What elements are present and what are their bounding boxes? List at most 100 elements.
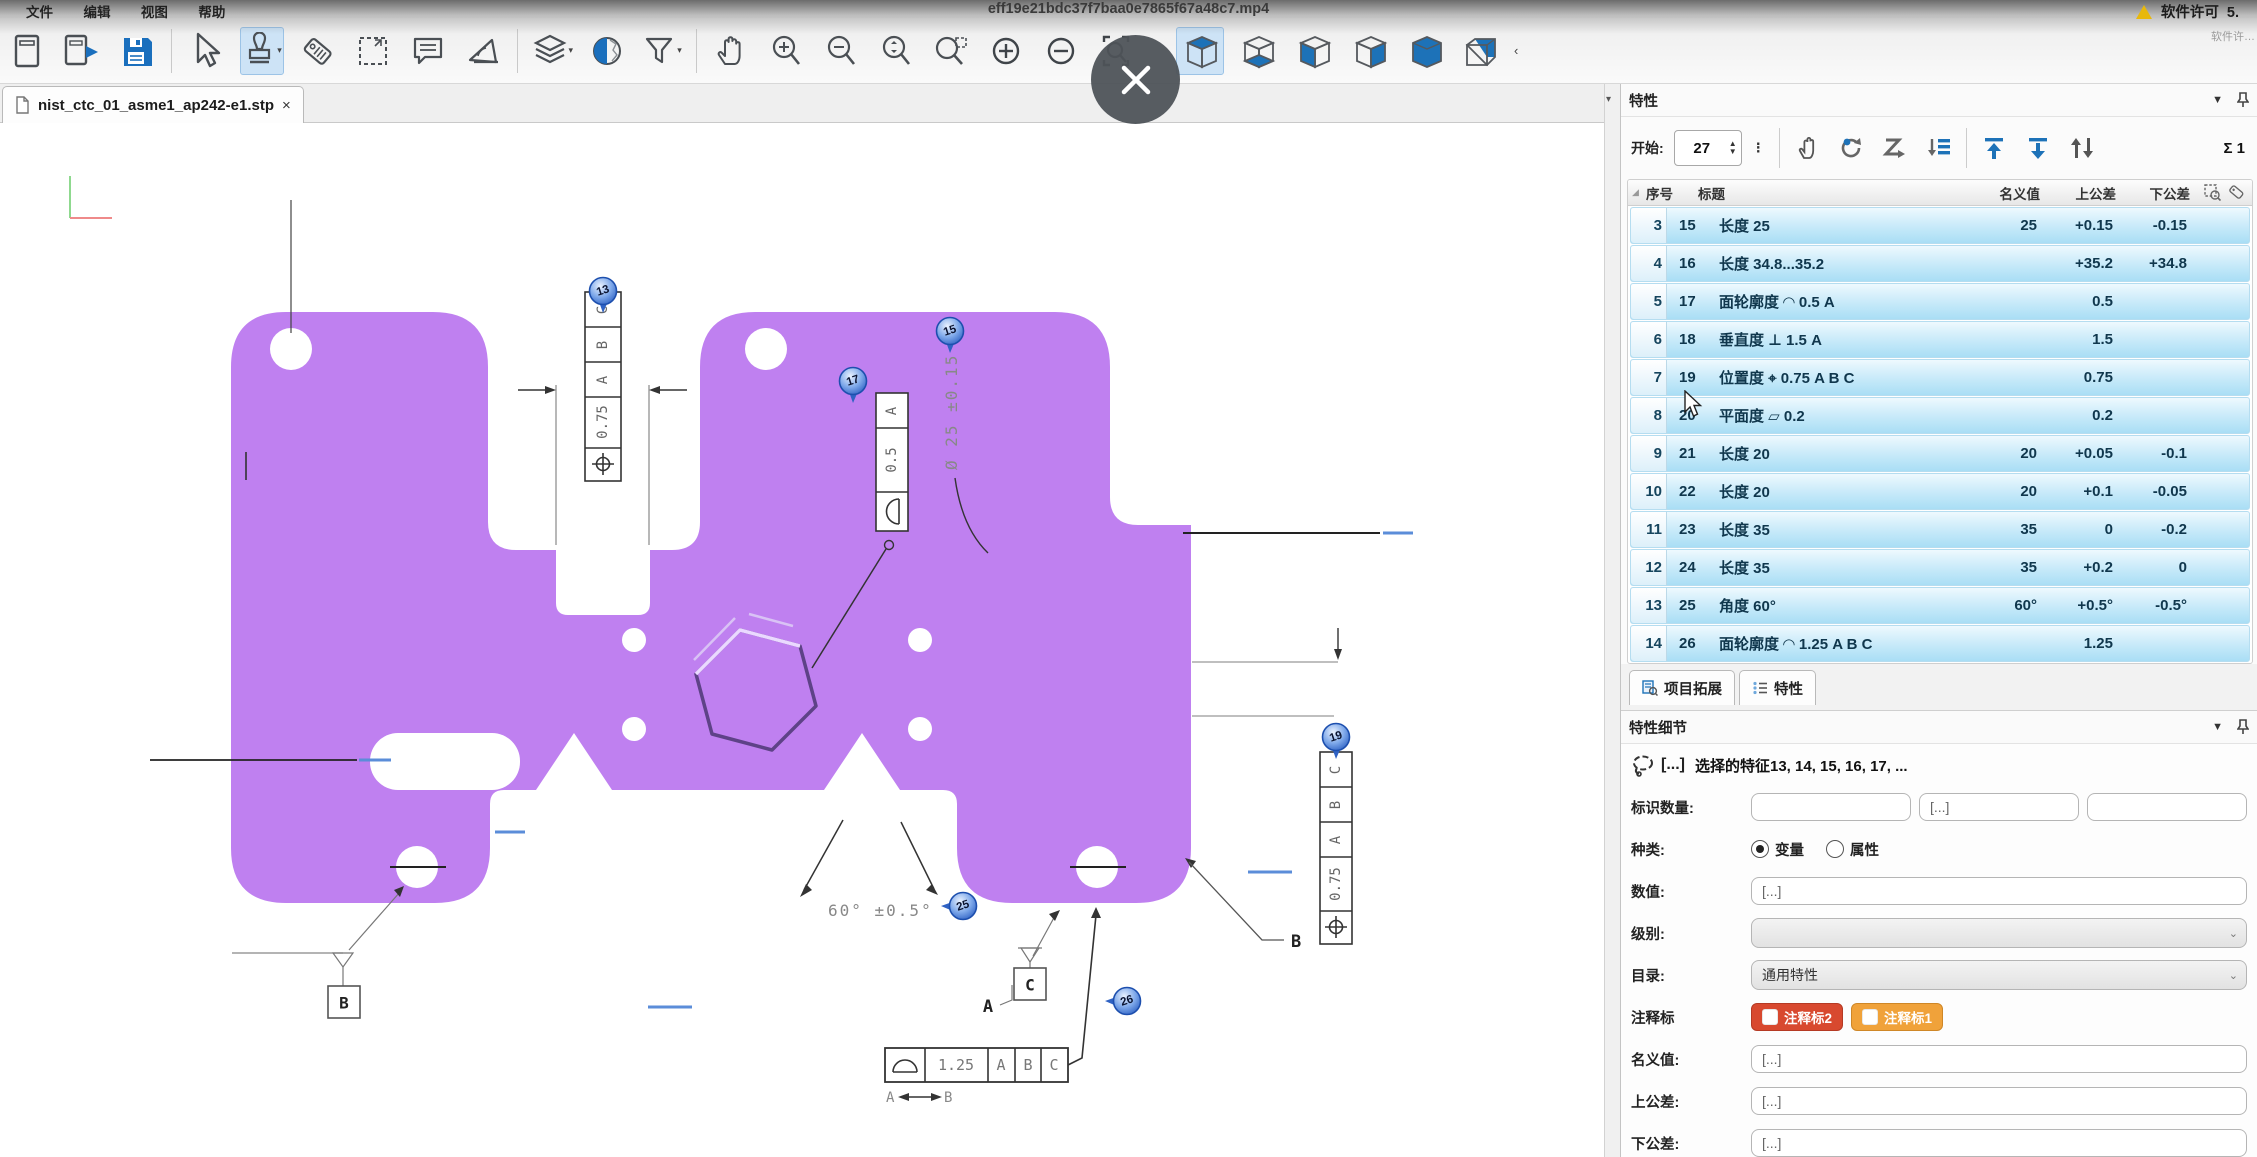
annotation-tag-1[interactable]: 注释标1 — [1851, 1003, 1943, 1031]
level-select[interactable]: ⌄ — [1751, 918, 2247, 948]
panel-collapse-icon[interactable]: ▼ — [2212, 721, 2223, 733]
table-header-row[interactable]: ◢ 序号 标题 名义值 上公差 下公差 — [1628, 180, 2252, 206]
move-top-icon[interactable] — [1977, 128, 2011, 168]
pin-icon[interactable] — [2237, 92, 2249, 108]
id-count-input-1[interactable] — [1751, 793, 1911, 821]
list-order-icon[interactable] — [1922, 128, 1956, 168]
table-row[interactable]: 719位置度 ⌖ 0.75 A B C0.75 — [1630, 359, 2250, 396]
model-canvas-svg[interactable]: C B A 0.75 A 0.5 — [0, 122, 1604, 1157]
dim-angle-60[interactable]: 60° ±0.5° — [800, 820, 938, 920]
spinner-arrows[interactable]: ▲▼ — [1729, 140, 1741, 156]
tag-checkbox[interactable] — [1762, 1009, 1778, 1025]
small-hole-1[interactable] — [622, 628, 646, 652]
cube-group-collapse-icon[interactable]: ‹ — [1514, 43, 1518, 58]
panel-collapse-icon[interactable]: ▼ — [2212, 94, 2223, 106]
slot-feature[interactable] — [370, 733, 520, 790]
small-hole-4[interactable] — [908, 717, 932, 741]
document-tab[interactable]: nist_ctc_01_asme1_ap242-e1.stp × — [2, 86, 304, 123]
table-row[interactable]: 1022长度 2020+0.1-0.05 — [1630, 473, 2250, 510]
annotation-tag-2[interactable]: 注释标2 — [1751, 1003, 1843, 1031]
zoom-extents-button[interactable] — [875, 28, 917, 74]
filter-button[interactable]: ▾ — [641, 28, 683, 74]
radio-attribute-label[interactable]: 属性 — [1850, 839, 1879, 860]
corner-hole-top-left[interactable] — [270, 328, 312, 370]
tag-tool-button[interactable] — [297, 28, 339, 74]
renumber-icon[interactable] — [1878, 128, 1912, 168]
view-left-button[interactable] — [1290, 28, 1336, 74]
small-hole-3[interactable] — [908, 628, 932, 652]
spinner-menu-icon[interactable]: ⋮ — [1752, 140, 1765, 156]
view-front-button[interactable] — [1402, 28, 1448, 74]
tag-column-icon[interactable] — [2229, 184, 2246, 201]
corner-hole-top-right[interactable] — [745, 328, 787, 370]
id-count-input-3[interactable] — [2087, 793, 2247, 821]
stamp-dropdown-caret[interactable]: ▾ — [277, 45, 282, 56]
save-button[interactable] — [116, 28, 158, 74]
balloon-25[interactable]: 25 — [941, 893, 977, 920]
tab-characteristics[interactable]: 特性 — [1739, 670, 1816, 705]
radio-variable[interactable] — [1751, 840, 1769, 858]
radio-attribute[interactable] — [1826, 840, 1844, 858]
table-row[interactable]: 517面轮廓度 ◠ 0.5 A0.5 — [1630, 283, 2250, 320]
decrease-button[interactable] — [1040, 28, 1082, 74]
datum-a-label[interactable]: A — [983, 985, 1012, 1017]
table-row[interactable]: 921长度 2020+0.05-0.1 — [1630, 435, 2250, 472]
video-close-button[interactable] — [1091, 35, 1180, 124]
document-tab-close-icon[interactable]: × — [282, 97, 291, 114]
layers-button[interactable]: ▾ — [531, 28, 573, 74]
table-row[interactable]: 1325角度 60°60°+0.5°-0.5° — [1630, 587, 2250, 624]
rotate-sync-icon[interactable] — [1834, 128, 1868, 168]
fcf-13-position[interactable]: C B A 0.75 — [518, 292, 687, 545]
move-bottom-icon[interactable] — [2021, 128, 2055, 168]
small-hole-2[interactable] — [622, 717, 646, 741]
layers-dropdown-caret[interactable]: ▾ — [568, 45, 573, 56]
splitter-collapse-icon[interactable]: ▾ — [1606, 94, 1611, 105]
sort-icon[interactable]: ◢ — [1632, 187, 1646, 198]
table-row[interactable]: 820平面度 ▱ 0.20.2 — [1630, 397, 2250, 434]
new-file-button[interactable] — [6, 28, 48, 74]
table-row[interactable]: 1224长度 3535+0.20 — [1630, 549, 2250, 586]
contrast-view-button[interactable] — [586, 28, 628, 74]
zoom-window-button[interactable] — [930, 28, 972, 74]
nominal-input[interactable] — [1751, 1045, 2247, 1073]
panel-splitter[interactable]: ▾ — [1604, 84, 1621, 1157]
upper-tolerance-input[interactable] — [1751, 1087, 2247, 1115]
stamp-tool-button[interactable]: ▾ — [240, 27, 284, 75]
value-input[interactable] — [1751, 877, 2247, 905]
start-number-input[interactable]: 27 ▲▼ — [1674, 130, 1742, 166]
id-count-input-2[interactable] — [1919, 793, 2079, 821]
filter-dropdown-caret[interactable]: ▾ — [677, 45, 682, 56]
catalog-select[interactable]: 通用特性 ⌄ — [1751, 960, 2247, 990]
table-row[interactable]: 1426面轮廓度 ◠ 1.25 A B C1.25 — [1630, 625, 2250, 662]
view-right-button[interactable] — [1346, 28, 1392, 74]
tag-checkbox[interactable] — [1862, 1009, 1878, 1025]
table-row[interactable]: 1123长度 35350-0.2 — [1630, 511, 2250, 548]
select-cursor-button[interactable] — [185, 28, 227, 74]
fcf-19-position[interactable]: C B A 0.75 — [1183, 533, 1413, 944]
view-filter-icon[interactable] — [2204, 184, 2221, 201]
model-viewport[interactable]: C B A 0.75 A 0.5 — [0, 122, 1604, 1157]
table-row[interactable]: 315长度 2525+0.15-0.15 — [1630, 207, 2250, 244]
balloon-26[interactable]: 26 — [1105, 988, 1141, 1015]
sort-updown-icon[interactable] — [2065, 128, 2099, 168]
comment-tool-button[interactable] — [407, 28, 449, 74]
measure-tool-button[interactable] — [462, 28, 504, 74]
view-back-button[interactable] — [1458, 28, 1504, 74]
open-file-button[interactable] — [61, 28, 103, 74]
datum-b[interactable]: B — [232, 886, 404, 1018]
table-row[interactable]: 618垂直度 ⊥ 1.5 A1.5 — [1630, 321, 2250, 358]
zoom-in-button[interactable] — [765, 28, 807, 74]
tab-project-tree[interactable]: 项目拓展 — [1629, 670, 1735, 705]
pick-hand-icon[interactable] — [1790, 128, 1824, 168]
characteristics-panel-header[interactable]: 特性 ▼ — [1621, 84, 2257, 117]
radio-variable-label[interactable]: 变量 — [1775, 839, 1804, 860]
table-row[interactable]: 416长度 34.8...35.2+35.2+34.8 — [1630, 245, 2250, 282]
license-warning[interactable]: 软件许可 5. — [2136, 1, 2239, 22]
pin-icon[interactable] — [2237, 719, 2249, 735]
zoom-out-button[interactable] — [820, 28, 862, 74]
datum-c[interactable]: C — [1014, 910, 1060, 1000]
increase-button[interactable] — [985, 28, 1027, 74]
view-bottom-button[interactable] — [1234, 28, 1280, 74]
lower-tolerance-input[interactable] — [1751, 1129, 2247, 1157]
pan-hand-button[interactable] — [710, 28, 752, 74]
